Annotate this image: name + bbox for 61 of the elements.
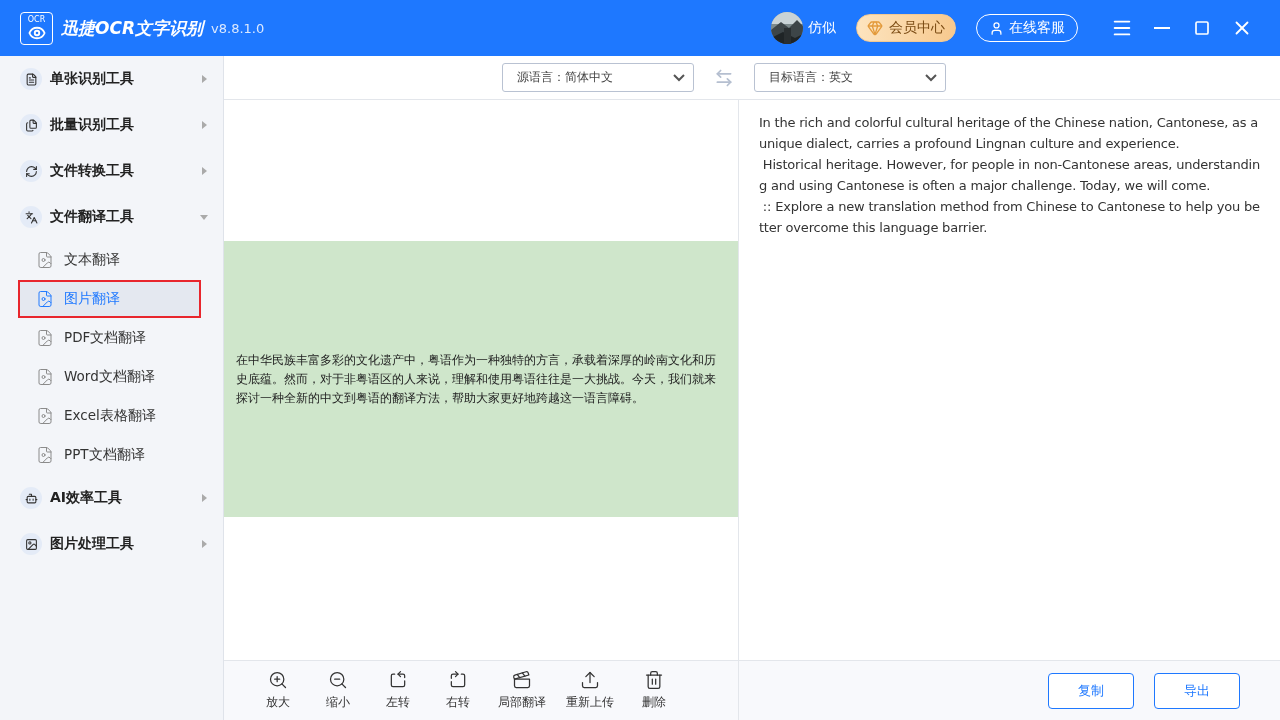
translation-result: In the rich and colorful cultural heritage of the Chinese nation, Cantonese, as a unique dialect, carries a profound Lingnan culture and experience. Historical heritage. However, for people in non-Cantonese areas, understandin g and using Cantonese is often a major challenge. Today, we will come. :: Explore a new translation method from Chinese to Cantonese to help you be tter overcome this language barrier. <box>757 114 1261 237</box>
file-icon <box>36 251 54 269</box>
file-icon <box>36 329 54 347</box>
image-tool-button[interactable]: 右转 <box>438 670 478 711</box>
sidebar-item[interactable]: Word文档翻译 <box>18 358 201 396</box>
zoom-in-icon <box>268 670 288 690</box>
chevron-down-icon <box>925 73 937 82</box>
file-icon <box>36 446 54 464</box>
swap-icon[interactable] <box>714 67 734 88</box>
source-text: 在中华民族丰富多彩的文化遗产中，粤语作为一种独特的方言，承载着深厚的岭南文化和历史底蕴。然而，对于非粤语区的人来说，理解和使用粤语往往是一大挑战。今天，我们就来探讨一种全新的中文到粤语的翻译方法，帮助大家更好地跨越这一语言障碍。 <box>236 351 717 407</box>
minimize-icon <box>1154 27 1170 29</box>
chevron-down-icon <box>673 73 685 82</box>
sidebar-group[interactable]: 图片处理工具 <box>0 521 223 567</box>
maximize-icon <box>1194 20 1210 36</box>
target-language-select[interactable]: 目标语言：英文 <box>754 63 946 92</box>
upload-icon <box>580 670 600 690</box>
file-icon <box>36 368 54 386</box>
caret-right-icon <box>199 539 209 549</box>
sidebar-item[interactable]: PDF文档翻译 <box>18 319 201 357</box>
sidebar-item[interactable]: PPT文档翻译 <box>18 436 201 474</box>
result-action-button[interactable]: 导出 <box>1154 672 1240 709</box>
image-tool-button[interactable]: 放大 <box>258 670 298 711</box>
sidebar-item[interactable]: Excel表格翻译 <box>18 397 201 435</box>
source-language-select[interactable]: 源语言：简体中文 <box>502 63 694 92</box>
tool-icon <box>20 487 42 509</box>
tool-icon <box>20 160 42 182</box>
sidebar-item[interactable]: 文本翻译 <box>18 241 201 279</box>
caret-right-icon <box>199 120 209 130</box>
rotate-right-icon <box>448 670 468 690</box>
sidebar-group[interactable]: 文件翻译工具 <box>0 194 223 240</box>
vip-center-button[interactable]: 会员中心 <box>856 14 956 42</box>
sidebar-group[interactable]: 单张识别工具 <box>0 56 223 102</box>
image-tool-button[interactable]: 删除 <box>634 670 674 711</box>
clapperboard-icon <box>512 670 532 690</box>
tool-icon <box>20 114 42 136</box>
image-tool-button[interactable]: 缩小 <box>318 670 358 711</box>
image-tool-button[interactable]: 左转 <box>378 670 418 711</box>
rotate-left-icon <box>388 670 408 690</box>
tool-icon <box>20 68 42 90</box>
image-tool-button[interactable]: 局部翻译 <box>498 670 546 711</box>
user-icon <box>989 20 1004 36</box>
zoom-out-icon <box>328 670 348 690</box>
app-logo: OCR <box>20 11 53 45</box>
caret-right-icon <box>199 74 209 84</box>
result-action-button[interactable]: 复制 <box>1048 672 1134 709</box>
tool-icon <box>20 533 42 555</box>
app-version: v8.8.1.0 <box>211 20 265 36</box>
app-title: 迅捷OCR文字识别 <box>61 16 204 40</box>
caret-down-icon <box>199 212 209 222</box>
trash-icon <box>644 670 664 690</box>
caret-right-icon <box>199 493 209 503</box>
sidebar-group[interactable]: 批量识别工具 <box>0 102 223 148</box>
diamond-icon <box>867 20 883 36</box>
tool-icon <box>20 206 42 228</box>
file-icon <box>36 290 54 308</box>
file-icon <box>36 407 54 425</box>
caret-right-icon <box>199 166 209 176</box>
image-tool-button[interactable]: 重新上传 <box>566 670 614 711</box>
sidebar-group[interactable]: AI效率工具 <box>0 475 223 521</box>
user-name[interactable]: 仿似 <box>808 19 836 37</box>
sidebar-group[interactable]: 文件转换工具 <box>0 148 223 194</box>
